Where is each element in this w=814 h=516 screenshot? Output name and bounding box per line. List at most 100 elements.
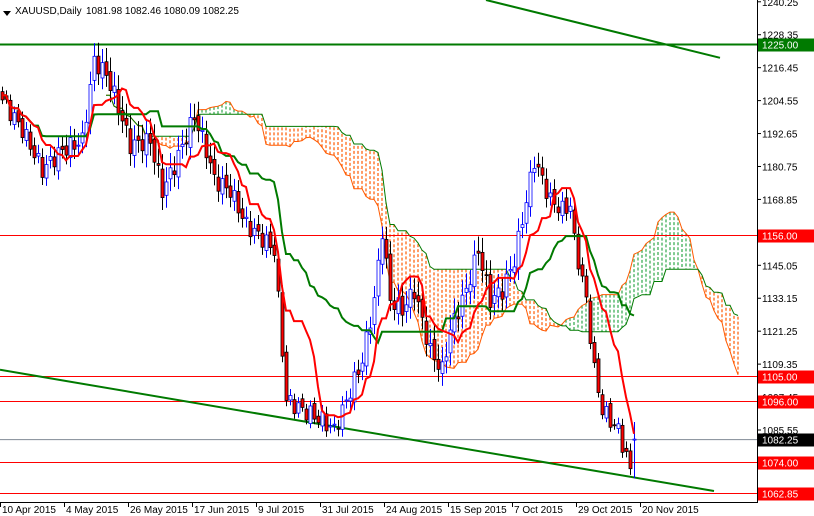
time-tick-label: 24 Aug 2015 — [386, 505, 443, 516]
candle-body — [272, 244, 277, 256]
candle-body — [76, 144, 81, 147]
candle — [608, 398, 613, 432]
candle-body — [600, 394, 605, 416]
candle-body — [520, 224, 525, 228]
candle-body — [48, 156, 53, 161]
level-tag-label: 1096.00 — [762, 398, 799, 409]
price-chart[interactable]: 1240.251228.351216.451204.551192.651180.… — [0, 0, 814, 516]
candle — [356, 359, 361, 384]
candle — [36, 144, 41, 164]
candle-body — [124, 117, 129, 126]
candle — [288, 389, 293, 406]
candle — [40, 148, 45, 185]
candle-body — [468, 284, 473, 293]
candle-body — [596, 358, 601, 394]
candle — [528, 160, 533, 217]
price-tick-label: 1133.15 — [762, 294, 798, 305]
candle — [376, 248, 381, 306]
candle-body — [68, 137, 73, 158]
price-tick-label: 1216.45 — [762, 64, 799, 75]
candle-body — [408, 288, 413, 308]
candle — [624, 441, 629, 458]
price-tick-label: 1192.65 — [762, 130, 798, 141]
candle-body — [472, 254, 477, 287]
candle-body — [356, 369, 361, 375]
candle-body — [268, 231, 273, 249]
candle — [620, 418, 625, 458]
candle-body — [292, 399, 297, 415]
candle-body — [560, 200, 565, 217]
candle — [556, 197, 561, 221]
candle-body — [220, 178, 225, 195]
candle-body — [188, 117, 193, 148]
candle-body — [152, 138, 157, 163]
candle — [180, 129, 185, 159]
candle — [364, 320, 369, 376]
candle — [268, 223, 273, 255]
candle — [124, 103, 129, 138]
candle-body — [592, 342, 597, 364]
candle-body — [44, 164, 49, 179]
price-tick-label: 1240.25 — [762, 0, 799, 9]
candle — [520, 212, 525, 239]
dropdown-triangle-icon[interactable] — [3, 11, 11, 16]
candle-body — [348, 397, 353, 402]
candle — [336, 419, 341, 437]
candle-body — [376, 259, 381, 297]
candle — [28, 124, 33, 156]
candle-body — [12, 112, 17, 125]
candle-body — [580, 264, 585, 277]
candle-body — [104, 61, 109, 76]
candle — [476, 236, 481, 266]
candle — [568, 197, 573, 219]
candle-body — [364, 331, 369, 367]
candle-body — [516, 230, 521, 270]
candle-body — [140, 139, 145, 152]
candle — [596, 353, 601, 398]
candle — [300, 393, 305, 412]
candle-body — [192, 117, 197, 121]
candle-body — [432, 339, 437, 360]
time-tick-label: 29 Oct 2015 — [578, 505, 633, 516]
price-tick-label: 1168.85 — [762, 195, 798, 206]
candle-body — [608, 403, 613, 428]
candle-body — [456, 316, 461, 320]
candle-body — [576, 233, 581, 270]
candle-body — [320, 411, 325, 427]
candle — [248, 211, 253, 246]
candle — [48, 146, 53, 169]
candle-body — [384, 239, 389, 259]
candle-body — [160, 168, 165, 199]
candle — [580, 257, 585, 283]
candle-body — [380, 238, 385, 265]
candle — [612, 418, 617, 430]
price-tick-label: 1121.25 — [762, 327, 798, 338]
candle-body — [312, 403, 317, 420]
candle-body — [436, 358, 441, 370]
time-tick-label: 20 Nov 2015 — [642, 505, 699, 516]
candle — [328, 418, 333, 434]
candle-body — [464, 287, 469, 293]
candle — [56, 137, 61, 180]
candle — [360, 352, 365, 381]
candle-body — [488, 274, 493, 308]
candle-body — [224, 174, 229, 189]
candle-body — [496, 287, 501, 298]
candle — [172, 156, 177, 187]
candle-body — [156, 163, 161, 166]
candle — [308, 400, 313, 429]
trendline — [0, 368, 715, 493]
candle-body — [244, 216, 249, 219]
candle — [260, 224, 265, 255]
candle-body — [572, 209, 577, 234]
candle-body — [500, 291, 505, 300]
level-tag-label: 1156.00 — [762, 232, 798, 243]
candle-body — [108, 71, 113, 92]
candle-body — [524, 202, 529, 224]
candle-body — [28, 131, 33, 150]
candle-body — [400, 295, 405, 316]
time-axis: 10 Apr 2015 4 May 2015 26 May 2015 17 Jun 2… — [0, 503, 699, 516]
candle-body — [240, 208, 245, 219]
candle-body — [352, 371, 357, 403]
ohlc-readout: 1081.98 1082.46 1080.09 1082.25 — [86, 6, 239, 17]
